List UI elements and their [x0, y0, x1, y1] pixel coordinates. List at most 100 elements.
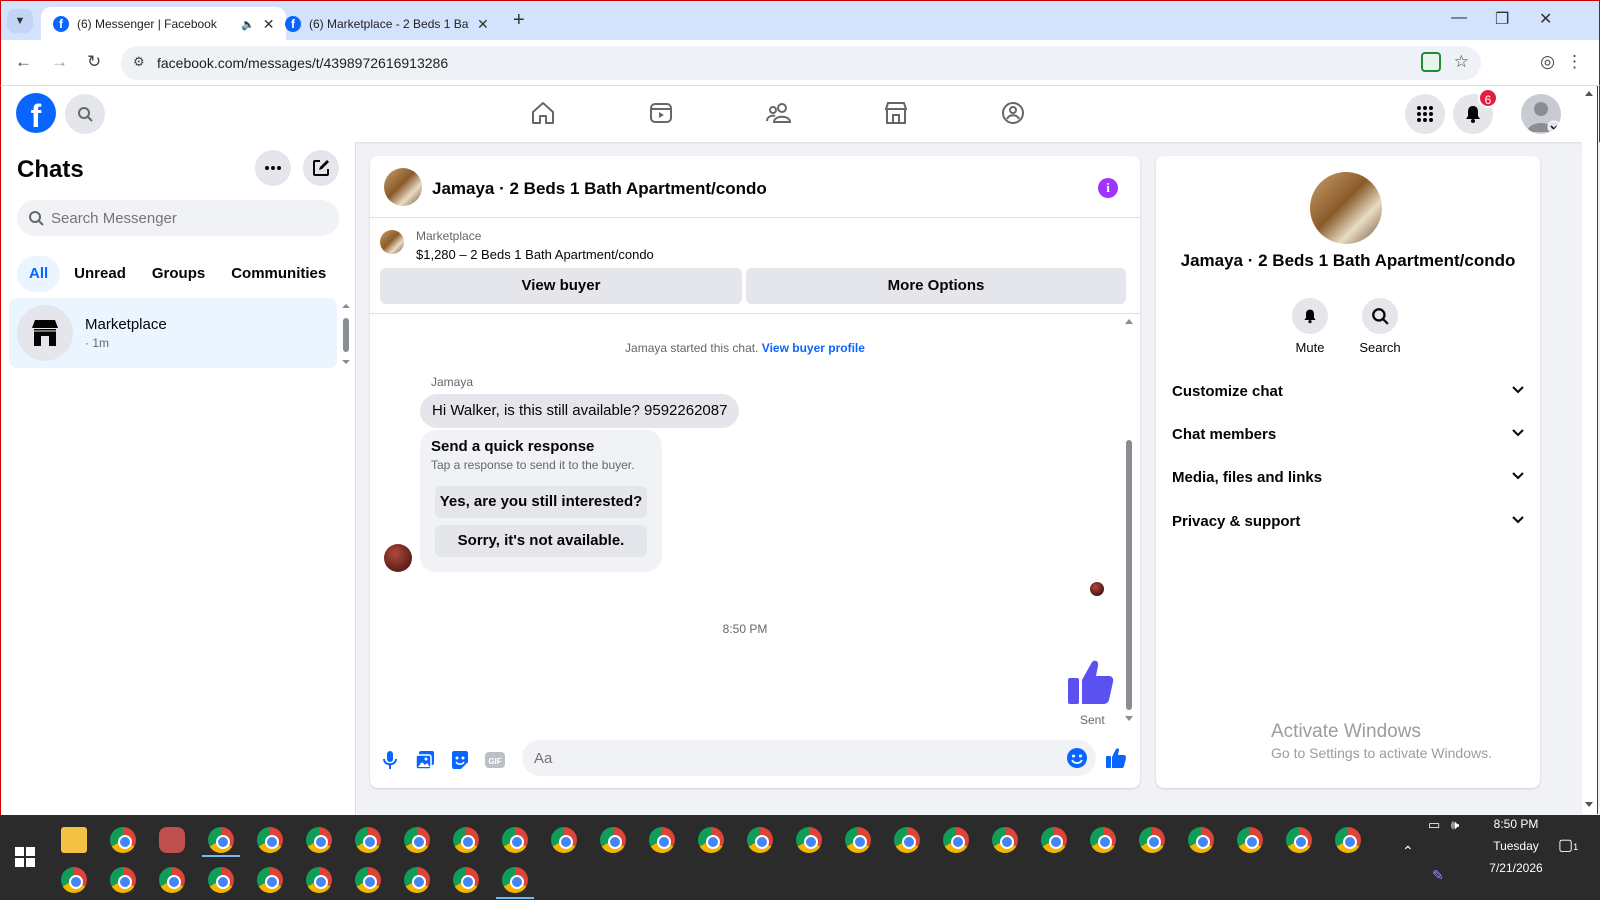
- chrome-profile-icon[interactable]: [404, 867, 430, 893]
- search-in-conversation-action[interactable]: Search: [1350, 298, 1410, 355]
- attach-media-button[interactable]: [413, 748, 437, 772]
- chrome-profile-icon[interactable]: [1335, 827, 1361, 853]
- restore-button[interactable]: ❐: [1495, 9, 1509, 29]
- chrome-profile-icon[interactable]: [502, 827, 528, 853]
- site-info-icon[interactable]: ⚙: [133, 54, 145, 70]
- chrome-profile-icon[interactable]: [600, 827, 626, 853]
- chrome-profile-icon[interactable]: [894, 827, 920, 853]
- chrome-profile-icon[interactable]: [1286, 827, 1312, 853]
- account-avatar[interactable]: [1521, 94, 1561, 134]
- file-explorer-icon[interactable]: [61, 827, 87, 853]
- gif-button[interactable]: GIF: [483, 748, 507, 772]
- notification-center-icon[interactable]: ▢1: [1558, 835, 1578, 855]
- section-customize-chat[interactable]: Customize chat: [1172, 372, 1528, 412]
- search-messenger-input[interactable]: [51, 200, 321, 236]
- mute-action[interactable]: Mute: [1280, 298, 1340, 355]
- chrome-profile-icon[interactable]: [698, 827, 724, 853]
- chrome-profile-icon[interactable]: [257, 827, 283, 853]
- chrome-profile-icon[interactable]: [1139, 827, 1165, 853]
- chrome-profile-icon[interactable]: [943, 827, 969, 853]
- chrome-profile-icon[interactable]: [453, 827, 479, 853]
- reload-button[interactable]: ↻: [87, 52, 101, 72]
- back-button[interactable]: ←: [15, 52, 32, 72]
- nav-friends[interactable]: [764, 98, 794, 128]
- url-text[interactable]: facebook.com/messages/t/4398972616913286: [157, 55, 448, 71]
- chrome-profile-icon[interactable]: [404, 827, 430, 853]
- more-options-button[interactable]: More Options: [746, 268, 1126, 304]
- chrome-profile-icon[interactable]: [355, 827, 381, 853]
- chrome-profile-icon[interactable]: [208, 827, 234, 853]
- page-scrollbar[interactable]: [1582, 86, 1598, 814]
- chrome-profile-icon[interactable]: [1237, 827, 1263, 853]
- sender-avatar[interactable]: [384, 544, 412, 572]
- clock-date[interactable]: 7/21/2026: [1476, 861, 1556, 875]
- bookmark-star-icon[interactable]: ☆: [1454, 52, 1469, 72]
- nav-groups[interactable]: [998, 98, 1028, 128]
- chrome-profile-icon[interactable]: [1090, 827, 1116, 853]
- chrome-profile-icon[interactable]: [208, 867, 234, 893]
- chrome-profile-icon[interactable]: [551, 827, 577, 853]
- emoji-button[interactable]: [1065, 746, 1089, 770]
- nav-home[interactable]: [528, 98, 558, 128]
- listing-price-title[interactable]: $1,280 – 2 Beds 1 Bath Apartment/condo: [416, 247, 654, 262]
- message-bubble[interactable]: Hi Walker, is this still available? 9592…: [420, 394, 740, 428]
- chrome-profile-icon[interactable]: [159, 867, 185, 893]
- nav-marketplace[interactable]: [881, 98, 911, 128]
- tab-messenger[interactable]: f (6) Messenger | Facebook 🔈 ✕: [41, 7, 287, 41]
- chrome-profile-icon[interactable]: [1041, 827, 1067, 853]
- chrome-profile-icon[interactable]: [1188, 827, 1214, 853]
- tab-search-dropdown[interactable]: ▼: [7, 9, 33, 33]
- conversation-title[interactable]: Jamaya · 2 Beds 1 Bath Apartment/condo: [432, 179, 767, 199]
- chrome-profile-icon[interactable]: [992, 827, 1018, 853]
- sticker-button[interactable]: [448, 748, 472, 772]
- profile-icon[interactable]: ◎: [1540, 52, 1555, 72]
- facebook-logo[interactable]: f: [16, 93, 56, 134]
- chrome-profile-icon[interactable]: [110, 867, 136, 893]
- address-bar[interactable]: ⚙ facebook.com/messages/t/43989726169132…: [121, 46, 1481, 80]
- filter-all[interactable]: All: [17, 256, 61, 292]
- pen-icon[interactable]: ✎: [1432, 867, 1444, 884]
- chrome-profile-icon[interactable]: [306, 827, 332, 853]
- search-facebook-button[interactable]: [65, 94, 105, 134]
- minimize-button[interactable]: —: [1451, 9, 1467, 27]
- chrome-profile-icon[interactable]: [502, 867, 528, 893]
- send-like-button[interactable]: [1104, 746, 1128, 770]
- chrome-taskbar-icon[interactable]: [110, 827, 136, 853]
- quick-reply-not-available-button[interactable]: Sorry, it's not available.: [435, 525, 647, 557]
- tray-overflow-chevron-icon[interactable]: ⌃: [1402, 843, 1414, 860]
- view-buyer-button[interactable]: View buyer: [380, 268, 742, 304]
- section-chat-members[interactable]: Chat members: [1172, 415, 1528, 455]
- nav-video[interactable]: [646, 98, 676, 128]
- quick-reply-interested-button[interactable]: Yes, are you still interested?: [435, 486, 647, 518]
- new-message-button[interactable]: [303, 150, 339, 186]
- network-icon[interactable]: ▭: [1428, 817, 1440, 833]
- start-button[interactable]: [15, 847, 35, 867]
- chrome-profile-icon[interactable]: [306, 867, 332, 893]
- close-tab-icon[interactable]: ✕: [477, 16, 489, 33]
- chrome-profile-icon[interactable]: [453, 867, 479, 893]
- paint-app-icon[interactable]: [159, 827, 185, 853]
- listing-large-thumbnail[interactable]: [1310, 172, 1382, 244]
- filter-communities[interactable]: Communities: [219, 256, 338, 292]
- section-privacy-support[interactable]: Privacy & support: [1172, 502, 1528, 542]
- forward-button[interactable]: →: [51, 52, 68, 72]
- conversation-scrollbar[interactable]: [1122, 316, 1136, 726]
- message-input[interactable]: [522, 740, 1096, 776]
- section-media-files-links[interactable]: Media, files and links: [1172, 458, 1528, 498]
- chrome-profile-icon[interactable]: [649, 827, 675, 853]
- filter-groups[interactable]: Groups: [140, 256, 217, 292]
- view-buyer-profile-link[interactable]: View buyer profile: [762, 341, 865, 355]
- volume-icon[interactable]: 🕪: [1451, 817, 1459, 833]
- new-tab-button[interactable]: +: [513, 9, 525, 32]
- chrome-profile-icon[interactable]: [747, 827, 773, 853]
- browser-menu-icon[interactable]: ⋮: [1566, 52, 1583, 72]
- chrome-profile-icon[interactable]: [257, 867, 283, 893]
- install-app-icon[interactable]: [1421, 52, 1441, 72]
- chrome-profile-icon[interactable]: [845, 827, 871, 853]
- menu-button[interactable]: [1405, 94, 1445, 134]
- chrome-profile-icon[interactable]: [796, 827, 822, 853]
- chrome-profile-icon[interactable]: [355, 867, 381, 893]
- close-window-button[interactable]: ✕: [1539, 9, 1552, 29]
- voice-clip-button[interactable]: [378, 748, 402, 772]
- chat-list-scrollbar[interactable]: [341, 302, 351, 366]
